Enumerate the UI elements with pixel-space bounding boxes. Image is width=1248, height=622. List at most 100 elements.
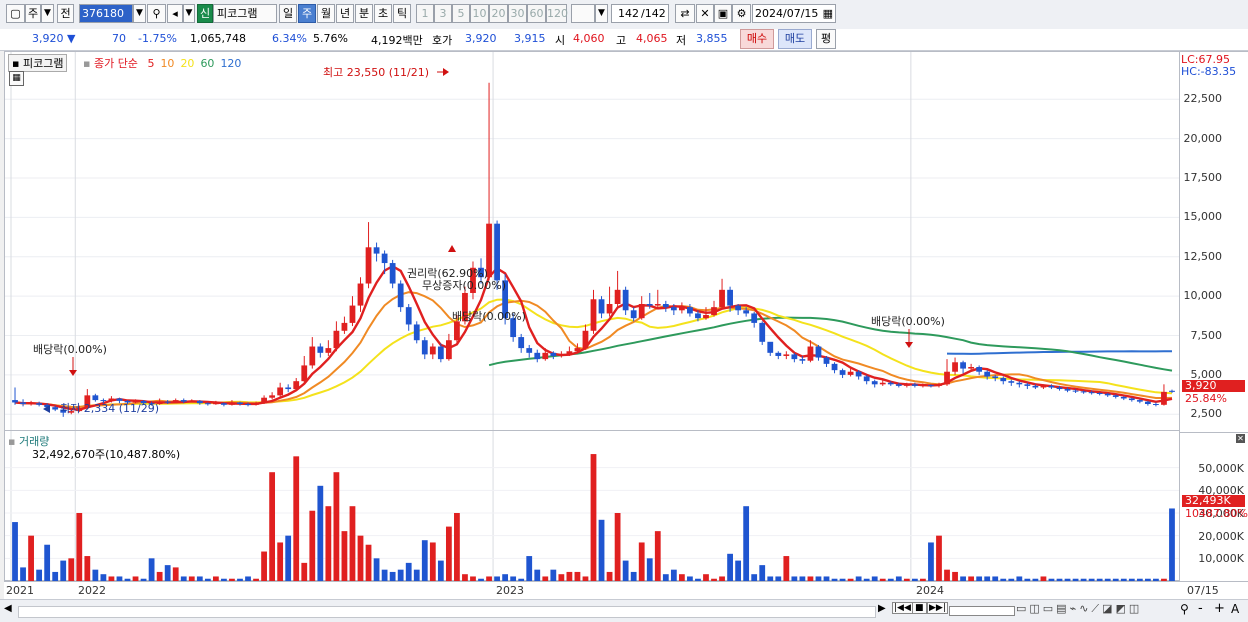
volume-bar [445,526,452,581]
scroll-right-icon[interactable]: ▶ [878,603,886,614]
candle-body [357,283,364,306]
window-icon[interactable]: ▢ [6,4,25,23]
interval-button[interactable]: 5 [452,4,470,23]
interval-button[interactable]: 10 [470,4,489,23]
save-icon[interactable]: ▣ [714,4,732,23]
volume-bar [285,535,292,581]
candle-body [960,362,966,369]
candle-body [1128,398,1135,401]
code-dropdown-icon[interactable]: ▼ [133,4,146,23]
drawing-tools[interactable]: ▭◫▭▤⌁∿⟋◪◩◫ [1016,602,1142,616]
eval-button[interactable]: 평 [816,29,836,49]
volume-bar [20,567,26,581]
volume-bar [349,506,356,581]
candle-body [445,340,452,360]
buy-button[interactable]: 매수 [740,29,774,49]
toolbar: ▢ 주 ▼ 전 376180 ▼ ⚲ ◂ ▼ 신 피코그램 일주월년분초틱 13… [0,0,1248,30]
period-tab[interactable]: 초 [374,4,392,23]
sell-button[interactable]: 매도 [778,29,812,49]
interval-button[interactable]: 1 [416,4,434,23]
volume-bar [293,456,300,581]
candle-body [1088,392,1095,394]
volume-tick-label: 20,000K [1198,529,1244,543]
chart-statusbar: ◀ ▶ |◀◀ ■ ▶▶| ▭◫▭▤⌁∿⟋◪◩◫ ⚲ - + A [0,599,1248,622]
candle-body [654,304,661,306]
first-page-icon[interactable]: |◀◀ [892,602,913,614]
chevron-down-icon[interactable]: ▼ [41,4,54,23]
count-dropdown-icon[interactable]: ▼ [595,4,608,23]
date-field[interactable]: 2024/07/15 ▦ [752,4,836,23]
stock-name-tab-label: 피코그램 [22,57,64,70]
period-tab[interactable]: 월 [317,4,335,23]
zoom-in-button[interactable]: + [1214,601,1225,616]
period-tab[interactable]: 주 [298,4,316,23]
last-page-icon[interactable]: ▶▶| [927,602,948,614]
period-count-select[interactable] [571,4,595,23]
period-tab[interactable]: 년 [336,4,354,23]
volume-chart-svg [5,431,1179,581]
stock-name-tab[interactable]: ▪ 피코그램 [8,54,68,72]
candle-body [678,307,685,311]
close-icon[interactable]: ✕ [1236,434,1245,443]
volume-chart[interactable]: ▪ 거래량 32,492,670주(10,487.80%) [4,431,1180,581]
volume-bar [413,569,420,581]
zoom-out-button[interactable]: - [1198,601,1203,616]
period-tab[interactable]: 일 [279,4,297,23]
calendar-icon[interactable]: ▦ [823,5,833,22]
interval-button[interactable]: 120 [546,4,568,23]
prev-button[interactable]: 전 [57,4,74,23]
text-tool-button[interactable]: A [1231,602,1239,616]
interval-button[interactable]: 60 [527,4,546,23]
volume-bar [670,569,677,581]
candle-body [944,371,950,385]
count-field[interactable]: 142 /142 [611,4,669,23]
price-tick-label: 15,000 [1183,210,1223,224]
zoom-slider[interactable] [949,606,1015,616]
period-week-select[interactable]: 주 [25,4,41,23]
candle-body [92,395,99,401]
candle-body [614,289,621,304]
cross-tool-icon[interactable]: ✕ [696,4,714,23]
period-tab[interactable]: 틱 [393,4,411,23]
current-price-tag: 3,920 [1182,380,1245,392]
gear-icon[interactable]: ⚙ [732,4,751,23]
dividend-annotation: 배당락(0.00%) [452,310,526,323]
interval-button[interactable]: 20 [489,4,508,23]
volume-bar [936,535,942,581]
candle-body [421,340,428,355]
volume-bar [381,569,388,581]
candle-body [638,304,645,319]
period-tab[interactable]: 분 [355,4,373,23]
search-icon[interactable]: ⚲ [147,4,166,23]
volume-bar [751,574,758,581]
stock-name-field[interactable]: 피코그램 [213,4,277,23]
interval-button[interactable]: 30 [508,4,527,23]
candle-body [1104,393,1111,396]
price-tick-label: 7,500 [1190,328,1223,342]
interval-button[interactable]: 3 [434,4,452,23]
horizontal-scrollbar[interactable] [18,606,876,618]
speaker-dropdown-icon[interactable]: ▼ [183,4,195,23]
volume-value: 32,492,670주(10,487.80%) [32,448,181,461]
high-label: 고 [616,34,627,47]
candle-body [711,307,717,316]
volume-bar [566,571,573,581]
speaker-icon[interactable]: ◂ [167,4,183,23]
volume-tick-label: 50,000K [1198,461,1244,475]
candle-body [630,310,637,319]
stock-code-input[interactable]: 376180 [79,4,133,23]
candle-body [799,359,806,361]
table-toggle-icon[interactable]: ▦ [9,71,24,86]
scroll-left-icon[interactable]: ◀ [4,603,12,614]
magnifier-icon[interactable]: ⚲ [1180,602,1189,616]
candle-body [1008,381,1015,383]
candle-body [1048,385,1055,388]
volume-bar [614,513,621,581]
volume-bar [1169,508,1175,581]
candle-body [237,402,243,405]
compare-icon[interactable]: ⇄ [675,4,695,23]
price-chart[interactable]: 최고 23,550 (11/21) 최저 2,334 (11/29) 배당락(0.0… [4,51,1180,431]
candle-body [1120,396,1127,399]
volume-bar [52,571,59,581]
stop-icon[interactable]: ■ [912,602,927,614]
